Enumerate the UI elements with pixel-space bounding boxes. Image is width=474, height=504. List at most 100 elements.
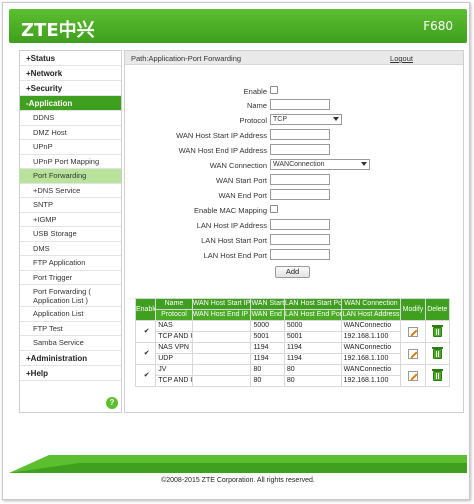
wan-start-ip-input[interactable]	[270, 129, 330, 140]
sidebar-item-samba-service[interactable]: Samba Service	[20, 336, 121, 351]
row-protocol: Protocol TCP	[125, 114, 463, 127]
col-lan-end-port: LAN Host End Port	[283, 309, 342, 321]
nav-help[interactable]: +Help	[20, 366, 121, 381]
model-name: F680	[423, 19, 453, 33]
modify-cell	[400, 320, 426, 343]
wan-connection-label: WAN Connection	[209, 161, 267, 170]
cell-wan-start-ip	[191, 342, 252, 354]
col-wan-end-port: WAN End Port	[250, 309, 285, 321]
cell-wan-connection: WANConnectio	[340, 320, 402, 332]
lan-end-port-label: LAN Host End Port	[203, 251, 267, 260]
cell-wan-end-ip	[191, 353, 252, 365]
nav-security[interactable]: +Security	[20, 81, 121, 96]
breadcrumb: Path:Application-Port Forwarding	[131, 54, 242, 63]
row-wan-end-port: WAN End Port	[125, 189, 463, 202]
help-icon[interactable]: ?	[106, 397, 118, 409]
sidebar-item-usb-storage[interactable]: USB Storage	[20, 227, 121, 242]
cell-protocol: TCP AND U	[155, 375, 193, 387]
cell-lan-start-port: 80	[283, 364, 342, 376]
edit-icon[interactable]	[407, 370, 418, 381]
sidebar-item-dns-service[interactable]: +DNS Service	[20, 184, 121, 198]
sidebar-item-ftp-application[interactable]: FTP Application	[20, 256, 121, 271]
sidebar-item-upnp-port-mapping[interactable]: UPnP Port Mapping	[20, 155, 121, 169]
sidebar-item-port-trigger[interactable]: Port Trigger	[20, 271, 121, 285]
wan-start-port-input[interactable]	[270, 174, 330, 185]
nav-status[interactable]: +Status	[20, 51, 121, 66]
wan-start-ip-label: WAN Host Start IP Address	[176, 131, 267, 140]
cell-name: NAS VPN	[155, 342, 193, 354]
wan-end-port-label: WAN End Port	[218, 191, 268, 200]
sidebar: +Status +Network +Security -Application …	[19, 50, 122, 413]
lan-end-port-input[interactable]	[270, 249, 330, 260]
col-lan-host-address: LAN Host Address	[340, 309, 402, 321]
path-bar: Path:Application-Port Forwarding Logout	[125, 51, 463, 65]
sidebar-item-dms[interactable]: DMS	[20, 242, 121, 256]
edit-icon[interactable]	[407, 326, 418, 337]
cell-name: JV	[155, 364, 193, 376]
sidebar-item-ftp-test[interactable]: FTP Test	[20, 322, 121, 336]
mac-mapping-checkbox[interactable]	[270, 205, 278, 213]
cell-protocol: TCP AND U	[155, 331, 193, 343]
table-row: ✔ JV 80 80 WANConnectio	[134, 364, 451, 387]
wan-connection-select[interactable]: WANConnection	[270, 159, 370, 170]
col-lan-start-port: LAN Host Start Port	[283, 298, 342, 310]
col-wan-start-ip: WAN Host Start IP Address	[191, 298, 252, 310]
cell-wan-end-port: 1194	[250, 353, 285, 365]
sidebar-item-igmp[interactable]: +IGMP	[20, 213, 121, 227]
main-content: Path:Application-Port Forwarding Logout …	[124, 50, 464, 413]
cell-lan-host: 192.168.1.100	[340, 331, 402, 343]
cell-wan-start-port: 5000	[250, 320, 285, 332]
enabled-check-icon: ✔	[134, 364, 157, 387]
delete-cell	[424, 364, 451, 387]
cell-lan-end-port: 5001	[283, 331, 342, 343]
col-protocol: Protocol	[155, 309, 193, 321]
trash-icon[interactable]	[431, 324, 443, 337]
chevron-down-icon	[361, 162, 367, 166]
table-row: ✔ NAS VPN 1194 1194 WANConnectio	[134, 342, 451, 365]
logout-link[interactable]: Logout	[390, 54, 413, 63]
lan-ip-input[interactable]	[270, 219, 330, 230]
mac-mapping-label: Enable MAC Mapping	[194, 206, 267, 215]
sidebar-item-application-list[interactable]: Application List	[20, 307, 121, 322]
footer-band	[9, 455, 467, 473]
cell-wan-connection: WANConnectio	[340, 364, 402, 376]
sidebar-item-sntp[interactable]: SNTP	[20, 198, 121, 213]
row-wan-start-ip: WAN Host Start IP Address	[125, 129, 463, 142]
cell-wan-connection: WANConnectio	[340, 342, 402, 354]
sidebar-item-upnp[interactable]: UPnP	[20, 140, 121, 155]
row-wan-start-port: WAN Start Port	[125, 174, 463, 187]
col-delete: Delete	[424, 298, 451, 321]
nav-network[interactable]: +Network	[20, 66, 121, 81]
col-wan-start-port: WAN Start Port	[250, 298, 285, 310]
wan-end-port-input[interactable]	[270, 189, 330, 200]
sidebar-item-ddns[interactable]: DDNS	[20, 111, 121, 126]
wan-end-ip-input[interactable]	[270, 144, 330, 155]
trash-icon[interactable]	[431, 368, 443, 381]
sidebar-item-port-forwarding-app-list[interactable]: Port Forwarding ( Application List )	[20, 285, 121, 307]
protocol-select[interactable]: TCP	[270, 114, 342, 125]
add-button[interactable]: Add	[275, 266, 310, 278]
enable-checkbox[interactable]	[270, 86, 278, 94]
nav-administration[interactable]: +Administration	[20, 351, 121, 366]
cell-wan-end-ip	[191, 331, 252, 343]
enabled-check-icon: ✔	[134, 342, 157, 365]
delete-cell	[424, 320, 451, 343]
name-input[interactable]	[270, 99, 330, 110]
cell-wan-start-port: 80	[250, 364, 285, 376]
sidebar-item-port-forwarding[interactable]: Port Forwarding	[20, 169, 121, 184]
wan-end-ip-label: WAN Host End IP Address	[178, 146, 267, 155]
cell-wan-end-port: 5001	[250, 331, 285, 343]
nav-application[interactable]: -Application	[20, 96, 121, 111]
row-name: Name	[125, 99, 463, 112]
lan-start-port-input[interactable]	[270, 234, 330, 245]
zte-logo: ZTE中兴	[21, 20, 95, 41]
wan-start-port-label: WAN Start Port	[216, 176, 267, 185]
trash-icon[interactable]	[431, 346, 443, 359]
cell-lan-end-port: 1194	[283, 353, 342, 365]
cell-wan-start-ip	[191, 320, 252, 332]
header-banner: ZTE中兴 F680	[9, 9, 467, 43]
lan-ip-label: LAN Host IP Address	[196, 221, 267, 230]
edit-icon[interactable]	[407, 348, 418, 359]
sidebar-item-dmz-host[interactable]: DMZ Host	[20, 126, 121, 140]
table-header-row-top: Enable Name WAN Host Start IP Address WA…	[134, 298, 451, 321]
